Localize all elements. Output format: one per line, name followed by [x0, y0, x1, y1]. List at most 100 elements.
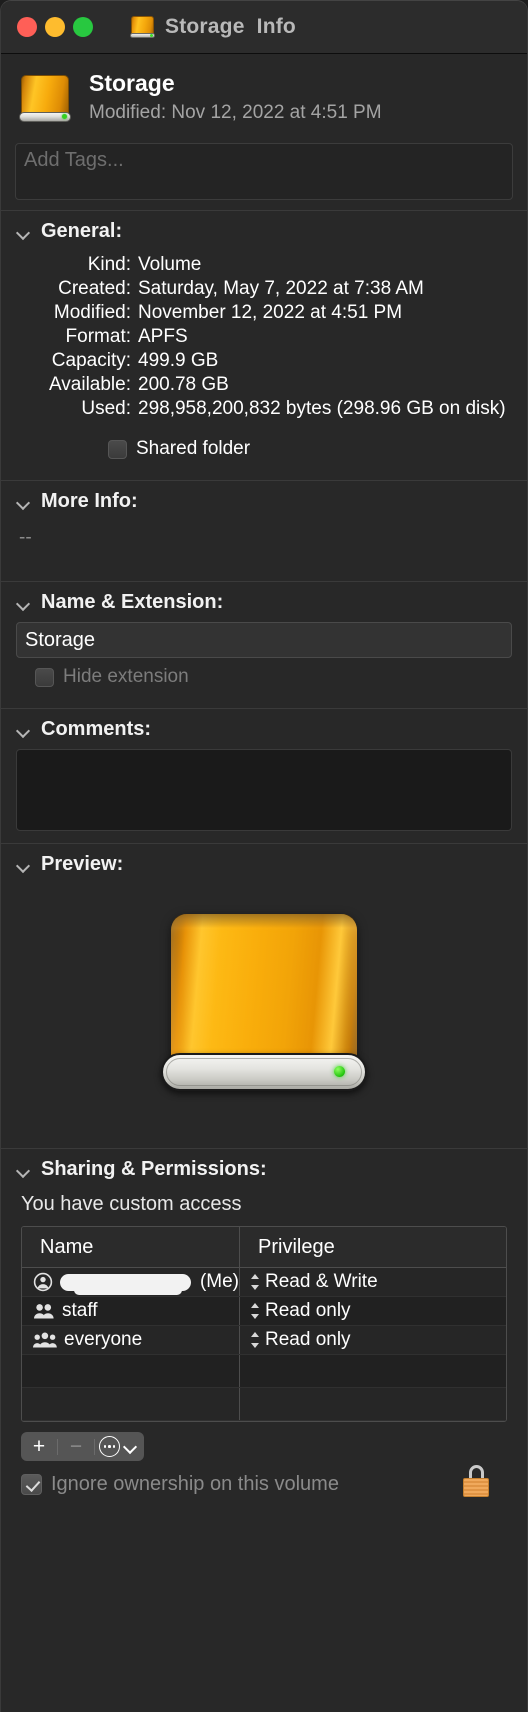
comments-textarea[interactable] — [16, 749, 512, 831]
shared-folder-label: Shared folder — [136, 438, 251, 459]
kind-value: Volume — [138, 254, 202, 275]
section-sharing-header[interactable]: Sharing & Permissions: — [15, 1149, 513, 1185]
add-user-button[interactable]: + — [21, 1432, 57, 1461]
section-general-header[interactable]: General: — [15, 211, 513, 247]
modified-label: Modified: — [53, 302, 131, 323]
row-name-cell[interactable]: everyone — [22, 1326, 240, 1354]
chevron-down-icon[interactable] — [17, 596, 30, 609]
remove-user-button[interactable]: − — [58, 1432, 94, 1461]
row-privilege-value: Read only — [265, 1329, 351, 1350]
used-value: 298,958,200,832 bytes (298.96 GB on disk… — [138, 398, 506, 419]
table-row[interactable] — [22, 1355, 506, 1388]
hide-extension-checkbox[interactable] — [35, 667, 54, 687]
gear-icon — [99, 1436, 120, 1457]
window-title: Storage Info — [165, 15, 296, 38]
row-name-value: everyone — [64, 1329, 143, 1350]
row-privilege-cell[interactable]: Read only — [240, 1326, 506, 1354]
action-menu-button[interactable] — [95, 1432, 144, 1461]
hard-drive-icon — [161, 904, 367, 1109]
info-header: Storage Modified: Nov 12, 2022 at 4:51 P… — [1, 54, 527, 139]
ignore-ownership-checkbox[interactable] — [21, 1474, 42, 1495]
hard-drive-icon — [129, 14, 156, 41]
lock-closed-icon[interactable] — [461, 1465, 491, 1497]
row-name-cell — [22, 1355, 240, 1387]
permissions-table: Name Privilege (Me) Read & Write staff R… — [21, 1226, 507, 1422]
section-preview-title: Preview: — [41, 853, 124, 875]
available-value: 200.78 GB — [138, 374, 229, 395]
stepper-icon[interactable] — [250, 1273, 261, 1291]
modified-value: November 12, 2022 at 4:51 PM — [138, 302, 403, 323]
section-preview: Preview: — [1, 844, 527, 1138]
used-label: Used: — [81, 398, 131, 419]
stepper-icon[interactable] — [250, 1302, 261, 1320]
section-sharing: Sharing & Permissions: You have custom a… — [1, 1149, 527, 1497]
shared-folder-checkbox[interactable] — [108, 439, 127, 459]
permissions-button-group: + − — [21, 1432, 144, 1461]
format-label: Format: — [65, 326, 131, 347]
section-comments-header[interactable]: Comments: — [15, 709, 513, 745]
table-row[interactable] — [22, 1388, 506, 1421]
get-info-window: Storage Info Storage Modified: Nov 12, 2… — [0, 0, 528, 1712]
table-row[interactable]: staff Read only — [22, 1297, 506, 1326]
stepper-icon[interactable] — [250, 1331, 261, 1349]
row-name-suffix: (Me) — [199, 1271, 239, 1292]
general-rows: Kind: Volume Created: Saturday, May 7, 2… — [15, 247, 513, 424]
section-name-extension-title: Name & Extension: — [41, 591, 224, 613]
more-info-body: -- — [19, 527, 32, 548]
row-name-cell[interactable]: staff — [22, 1297, 240, 1325]
redacted-username — [60, 1273, 191, 1295]
preview-area — [15, 880, 513, 1138]
table-row[interactable]: everyone Read only — [22, 1326, 506, 1355]
section-more-info: More Info: -- — [1, 481, 527, 571]
chevron-down-icon[interactable] — [17, 1163, 30, 1176]
chevron-down-icon[interactable] — [17, 495, 30, 508]
row-privilege-cell — [240, 1355, 506, 1387]
add-tags-field[interactable]: Add Tags... — [15, 143, 513, 200]
capacity-value: 499.9 GB — [138, 350, 219, 371]
modified-subtitle: Modified: Nov 12, 2022 at 4:51 PM — [89, 102, 382, 124]
title-bar: Storage Info — [1, 1, 527, 54]
zoom-button[interactable] — [73, 17, 93, 37]
section-name-extension-header[interactable]: Name & Extension: — [15, 582, 513, 618]
permissions-table-header: Name Privilege — [22, 1227, 506, 1268]
ignore-ownership-row[interactable]: Ignore ownership on this volume — [15, 1461, 513, 1497]
hard-drive-icon — [17, 73, 73, 129]
column-header-privilege[interactable]: Privilege — [240, 1227, 506, 1267]
file-name-title: Storage — [89, 70, 175, 96]
chevron-down-icon[interactable] — [17, 723, 30, 736]
row-privilege-cell[interactable]: Read & Write — [240, 1268, 506, 1296]
ignore-ownership-label: Ignore ownership on this volume — [51, 1473, 339, 1495]
section-preview-header[interactable]: Preview: — [15, 844, 513, 880]
created-value: Saturday, May 7, 2022 at 7:38 AM — [138, 278, 424, 299]
minimize-button[interactable] — [45, 17, 65, 37]
everyone-icon — [33, 1332, 57, 1348]
section-general: General: Kind: Volume Created: Saturday,… — [1, 211, 527, 470]
row-privilege-value: Read only — [265, 1300, 351, 1321]
row-privilege-cell[interactable]: Read only — [240, 1297, 506, 1325]
permissions-toolbar: + − — [15, 1422, 513, 1461]
section-more-info-header[interactable]: More Info: — [15, 481, 513, 517]
capacity-label: Capacity: — [51, 350, 131, 371]
section-comments: Comments: — [1, 709, 527, 831]
user-icon — [33, 1272, 53, 1292]
close-button[interactable] — [17, 17, 37, 37]
chevron-down-icon[interactable] — [17, 858, 30, 871]
chevron-down-icon[interactable] — [17, 225, 30, 238]
row-name-cell — [22, 1388, 240, 1420]
row-privilege-cell — [240, 1388, 506, 1420]
shared-folder-row[interactable]: Shared folder — [15, 424, 513, 470]
table-row[interactable]: (Me) Read & Write — [22, 1268, 506, 1297]
column-header-name[interactable]: Name — [22, 1227, 240, 1267]
traffic-lights — [1, 17, 93, 37]
section-name-extension: Name & Extension: Storage Hide extension — [1, 582, 527, 698]
format-value: APFS — [138, 326, 188, 347]
row-name-cell[interactable]: (Me) — [22, 1268, 240, 1296]
section-general-title: General: — [41, 220, 123, 242]
hide-extension-row[interactable]: Hide extension — [15, 658, 513, 698]
section-comments-title: Comments: — [41, 718, 152, 740]
row-privilege-value: Read & Write — [265, 1271, 378, 1292]
name-input[interactable]: Storage — [16, 622, 512, 658]
available-label: Available: — [48, 374, 131, 395]
header-text: Storage Modified: Nov 12, 2022 at 4:51 P… — [89, 70, 382, 125]
hide-extension-label: Hide extension — [63, 666, 189, 687]
